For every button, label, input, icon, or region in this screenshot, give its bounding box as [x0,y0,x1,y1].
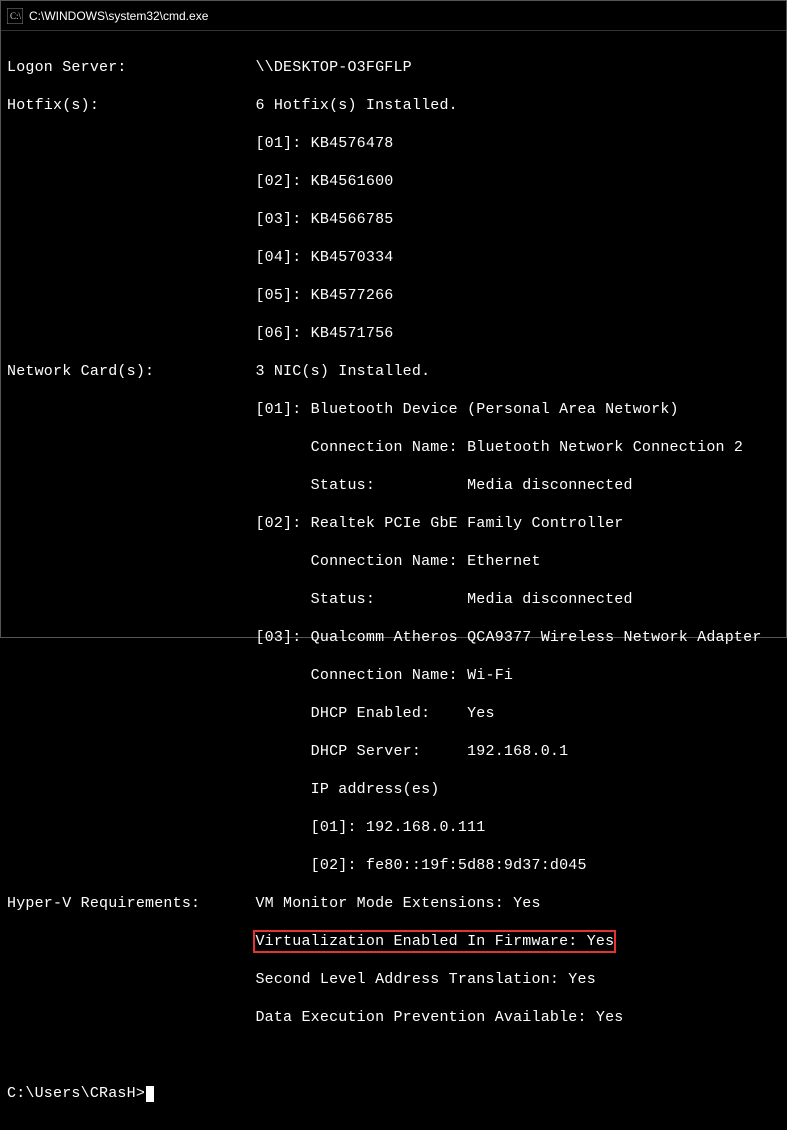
nic-item: DHCP Server: 192.168.0.1 [255,743,568,760]
cmd-icon: C:\ [7,8,23,24]
network-cards-summary: 3 NIC(s) Installed. [255,363,430,380]
hotfix-item: [05]: KB4577266 [255,287,393,304]
logon-server-value: \\DESKTOP-O3FGFLP [255,59,411,76]
hotfix-summary: 6 Hotfix(s) Installed. [255,97,457,114]
hotfix-item: [03]: KB4566785 [255,211,393,228]
titlebar[interactable]: C:\ C:\WINDOWS\system32\cmd.exe [1,1,786,31]
network-cards-label: Network Card(s): [7,363,154,380]
nic-item: Status: Media disconnected [255,477,632,494]
nic-item: [01]: Bluetooth Device (Personal Area Ne… [255,401,678,418]
nic-item: Connection Name: Ethernet [255,553,540,570]
cursor [146,1086,154,1102]
hotfix-label: Hotfix(s): [7,97,99,114]
nic-item: [01]: 192.168.0.111 [255,819,485,836]
terminal-output[interactable]: Logon Server: \\DESKTOP-O3FGFLP Hotfix(s… [1,31,786,1130]
hyperv-item-highlighted: Virtualization Enabled In Firmware: Yes [253,930,616,953]
window-title: C:\WINDOWS\system32\cmd.exe [29,9,208,23]
hotfix-item: [04]: KB4570334 [255,249,393,266]
nic-item: DHCP Enabled: Yes [255,705,494,722]
logon-server-label: Logon Server: [7,59,127,76]
nic-item: [02]: fe80::19f:5d88:9d37:d045 [255,857,586,874]
nic-item: IP address(es) [255,781,439,798]
nic-item: Connection Name: Wi-Fi [255,667,513,684]
svg-text:C:\: C:\ [10,11,22,21]
hotfix-item: [06]: KB4571756 [255,325,393,342]
hyperv-label: Hyper-V Requirements: [7,895,200,912]
hotfix-item: [02]: KB4561600 [255,173,393,190]
hyperv-item: VM Monitor Mode Extensions: Yes [255,895,540,912]
hotfix-item: [01]: KB4576478 [255,135,393,152]
nic-item: Connection Name: Bluetooth Network Conne… [255,439,743,456]
hyperv-item: Data Execution Prevention Available: Yes [255,1009,623,1026]
hyperv-item: Second Level Address Translation: Yes [255,971,595,988]
nic-item: [02]: Realtek PCIe GbE Family Controller [255,515,623,532]
prompt: C:\Users\CRasH> [7,1085,145,1102]
nic-item: Status: Media disconnected [255,591,632,608]
